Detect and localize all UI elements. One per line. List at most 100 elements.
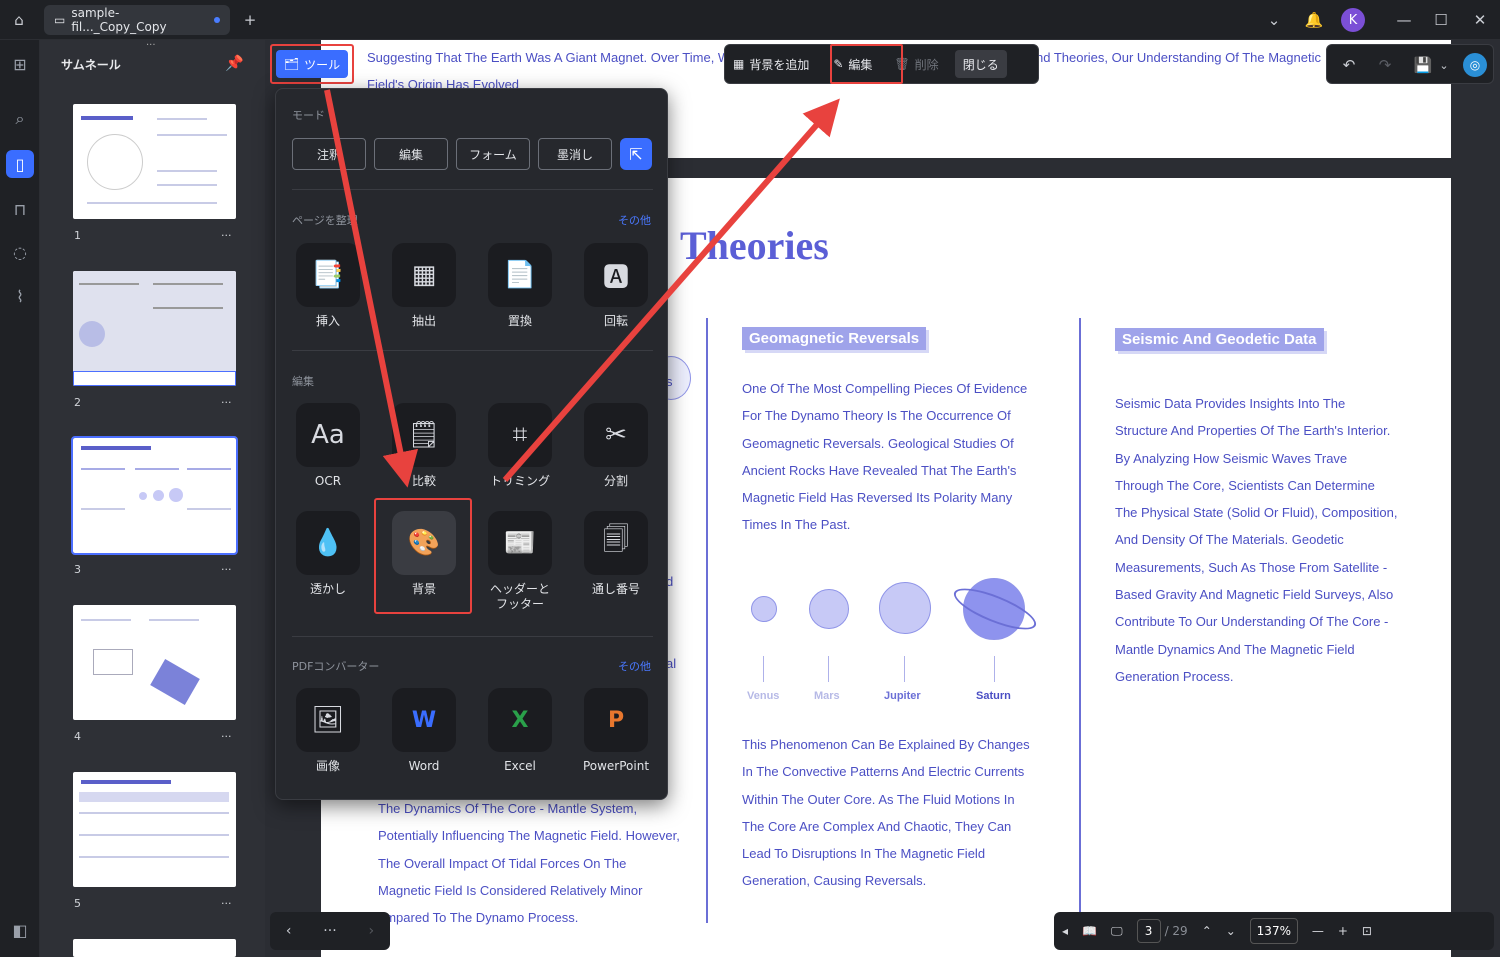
rotate-tool[interactable]: 🅰 回転 <box>576 243 656 329</box>
planet-venus <box>751 596 777 622</box>
document-tab[interactable]: ▭ sample-fil..._Copy_Copy <box>44 5 230 35</box>
maximize-icon[interactable]: ☐ <box>1431 10 1451 30</box>
ai-assistant-icon[interactable]: ◎ <box>1463 53 1487 77</box>
column-divider <box>1079 318 1081 913</box>
chevron-down-icon[interactable]: ⌄ <box>1264 10 1284 30</box>
tools-button[interactable]: 🗂 ツール <box>276 50 348 78</box>
zoom-out-icon[interactable]: — <box>1312 924 1324 938</box>
page-thumbnail[interactable] <box>73 605 236 720</box>
mode-edit-button[interactable]: 編集 <box>374 138 448 170</box>
page-number: 5 <box>74 897 81 910</box>
theme-icon[interactable]: ◧ <box>6 916 34 944</box>
collapse-icon[interactable]: ◂ <box>1062 924 1068 938</box>
bates-icon: 🗐 <box>584 511 648 575</box>
powerpoint-icon: P <box>584 688 648 752</box>
zoom-in-icon[interactable]: + <box>1338 924 1348 938</box>
bates-number-tool[interactable]: 🗐 通し番号 <box>576 511 656 597</box>
column-text: One Of The Most Compelling Pieces Of Evi… <box>742 381 1028 533</box>
page-more-icon[interactable]: ··· <box>221 897 232 910</box>
more-icon[interactable]: ··· <box>323 923 336 939</box>
comment-icon[interactable]: ◌ <box>6 238 34 266</box>
replace-tool[interactable]: 📄 置換 <box>480 243 560 329</box>
mode-form-button[interactable]: フォーム <box>456 138 530 170</box>
convert-more-link[interactable]: その他 <box>618 658 651 674</box>
watermark-icon: 💧 <box>296 511 360 575</box>
redo-icon[interactable]: ↷ <box>1375 55 1395 75</box>
page-thumbnail[interactable] <box>73 772 236 887</box>
present-icon[interactable]: 🖵 <box>1111 924 1123 939</box>
compare-tool[interactable]: 🗒 比較 <box>384 403 464 489</box>
column-text: This Phenomenon Can Be Explained By Chan… <box>742 737 1030 889</box>
page-number: 1 <box>74 229 81 242</box>
sidebar-title: サムネール <box>61 58 121 72</box>
replace-icon: 📄 <box>488 243 552 307</box>
page-section-label: ページを整理 <box>292 214 358 227</box>
page-nav-bar: ◂ 📖 🖵 3 / 29 ⌃ ⌄ 137% — + ⊡ <box>1054 912 1494 950</box>
image-icon: 🖼 <box>296 688 360 752</box>
fit-page-icon[interactable]: ⊡ <box>1362 924 1372 938</box>
new-tab-icon[interactable]: + <box>240 10 260 30</box>
minimize-icon[interactable]: — <box>1394 10 1414 30</box>
checker-icon: ▦ <box>733 57 745 71</box>
planet-label: Mars <box>814 690 840 702</box>
to-excel-tool[interactable]: X Excel <box>480 688 560 774</box>
crop-icon: ⌗ <box>488 403 552 467</box>
chevron-up-icon[interactable]: ⌃ <box>1202 924 1212 938</box>
ocr-tool[interactable]: Aa OCR <box>288 403 368 489</box>
split-tool[interactable]: ✂ 分割 <box>576 403 656 489</box>
insert-tool[interactable]: 📑 挿入 <box>288 243 368 329</box>
planet-jupiter <box>879 582 931 634</box>
chevron-left-icon[interactable]: ‹ <box>286 923 292 939</box>
page-thumbnail[interactable] <box>71 436 238 555</box>
page-more-icon[interactable]: ··· <box>221 563 232 576</box>
page-more-link[interactable]: その他 <box>618 212 651 228</box>
open-external-icon[interactable]: ⇱ <box>620 138 652 170</box>
thumbnail-icon[interactable]: ▯ <box>6 150 34 178</box>
page-more-icon[interactable]: ··· <box>221 229 232 242</box>
undo-icon[interactable]: ↶ <box>1339 55 1359 75</box>
zoom-level[interactable]: 137% <box>1249 918 1298 944</box>
chevron-down-icon[interactable]: ⌄ <box>1226 924 1236 938</box>
insert-icon: 📑 <box>296 243 360 307</box>
avatar[interactable]: K <box>1341 8 1365 32</box>
mode-annotate-button[interactable]: 注釈 <box>292 138 366 170</box>
page-current-input[interactable]: 3 <box>1136 919 1161 943</box>
tools-menu: モード 注釈 編集 フォーム 墨消し ⇱ ページを整理 その他 📑 挿入 ▦ 抽出 … <box>275 88 668 800</box>
page-thumbnail[interactable] <box>73 104 236 219</box>
close-bar-button[interactable]: 閉じる <box>954 50 1007 78</box>
search-icon[interactable]: ⌕ <box>6 105 34 133</box>
title-bar: ⌂ ▭ sample-fil..._Copy_Copy + ⌄ 🔔 K — ☐ … <box>0 0 1500 40</box>
edit-button-highlight <box>830 44 903 84</box>
extract-tool[interactable]: ▦ 抽出 <box>384 243 464 329</box>
crop-tool[interactable]: ⌗ トリミング <box>480 403 560 489</box>
drag-handle-icon[interactable]: ··· <box>146 40 156 51</box>
to-word-tool[interactable]: W Word <box>384 688 464 774</box>
header-footer-tool[interactable]: 📰 ヘッダーと フッター <box>480 511 560 612</box>
chevron-down-icon[interactable]: ⌄ <box>1437 55 1451 75</box>
tools-button-highlight: 🗂 ツール <box>270 44 354 84</box>
save-icon[interactable]: 💾 <box>1413 55 1433 75</box>
page-more-icon[interactable]: ··· <box>221 396 232 409</box>
grid-icon[interactable]: ⊞ <box>6 50 34 78</box>
watermark-tool[interactable]: 💧 透かし <box>288 511 368 597</box>
add-background-button[interactable]: ▦ 背景を追加 <box>725 50 817 78</box>
to-powerpoint-tool[interactable]: P PowerPoint <box>576 688 656 774</box>
chevron-right-icon[interactable]: › <box>368 923 374 939</box>
bookmark-icon[interactable]: ⊓ <box>6 195 34 223</box>
mode-redact-button[interactable]: 墨消し <box>538 138 612 170</box>
pin-icon[interactable]: 📌 <box>225 54 244 72</box>
home-icon[interactable]: ⌂ <box>8 10 30 30</box>
reading-mode-icon[interactable]: 📖 <box>1082 924 1097 938</box>
word-icon: W <box>392 688 456 752</box>
bell-icon[interactable]: 🔔 <box>1304 10 1324 30</box>
column-text: The Dynamics Of The Core - Mantle System… <box>378 801 680 926</box>
mode-section-label: モード <box>292 109 325 122</box>
page-total: / 29 <box>1164 924 1188 938</box>
page-thumbnail[interactable] <box>73 271 236 386</box>
to-image-tool[interactable]: 🖼 画像 <box>288 688 368 774</box>
page-thumbnail[interactable] <box>73 939 236 957</box>
column-text: Seismic Data Provides Insights Into The … <box>1115 396 1398 684</box>
attachment-icon[interactable]: ⌇ <box>6 282 34 310</box>
page-more-icon[interactable]: ··· <box>221 730 232 743</box>
close-icon[interactable]: ✕ <box>1470 10 1490 30</box>
